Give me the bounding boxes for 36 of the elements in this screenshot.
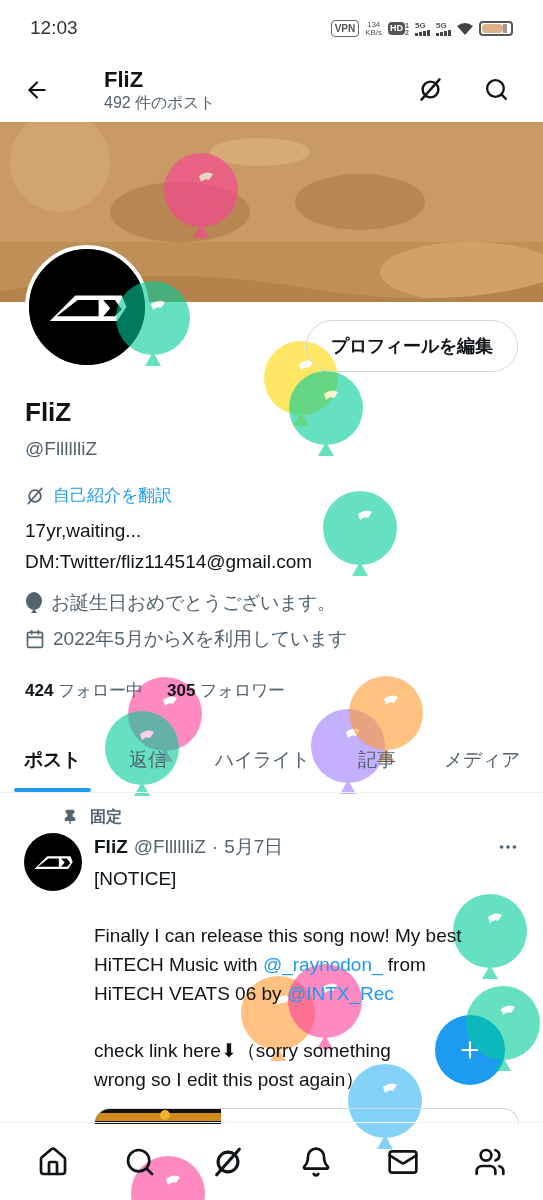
network-speed: 134 KB/s xyxy=(365,20,383,37)
profile-tab[interactable]: 返信 xyxy=(105,729,191,792)
pin-icon xyxy=(62,809,78,825)
calendar-icon xyxy=(25,629,45,650)
post-text: check link here⬇（sorry something wrong so I edit this post again） xyxy=(94,1038,392,1092)
profile-tab[interactable]: メディア xyxy=(420,729,543,792)
post-date: 5月7日 xyxy=(224,835,284,859)
cell-signal: 5G xyxy=(436,21,451,36)
post-author: FliZ xyxy=(94,835,128,859)
bio-text: 17yr,waiting... DM:Twitter/fliz114514@gmail.com xyxy=(25,518,313,574)
post-handle: @FlllllliZ xyxy=(133,835,206,859)
cell-signal: 5G xyxy=(415,21,430,36)
profile-handle: @FlllllliZ xyxy=(25,436,99,461)
pinned-label: 固定 xyxy=(90,807,122,827)
search-icon[interactable] xyxy=(484,77,509,102)
following-link[interactable]: 424 フォロー中 xyxy=(25,677,144,703)
battery-icon xyxy=(479,21,513,36)
hd-indicator: HD xyxy=(388,21,406,36)
translate-icon[interactable] xyxy=(25,485,45,506)
separator-dot: · xyxy=(211,835,219,859)
post-count: 492 件のポスト xyxy=(104,93,216,114)
profile-name: FliZ xyxy=(25,396,73,429)
profile-tab[interactable]: ポスト xyxy=(0,729,105,792)
header-title: FliZ xyxy=(104,65,145,94)
status-time: 12:03 xyxy=(30,16,78,41)
joined-date: 2022年5月からXを利用しています xyxy=(53,627,347,651)
wifi-icon xyxy=(457,21,473,36)
balloon-icon xyxy=(25,591,43,614)
birthday-text: お誕生日おめでとうございます。 xyxy=(51,590,336,615)
followers-link[interactable]: 305 フォロワー xyxy=(167,677,286,703)
profile-tab[interactable]: ハイライト xyxy=(191,729,334,792)
vpn-indicator: VPN xyxy=(330,20,360,37)
grok-icon[interactable] xyxy=(417,76,444,103)
post-text: [NOTICE] xyxy=(94,866,177,891)
avatar-logo-icon xyxy=(29,249,145,365)
avatar-logo-icon xyxy=(24,833,82,891)
